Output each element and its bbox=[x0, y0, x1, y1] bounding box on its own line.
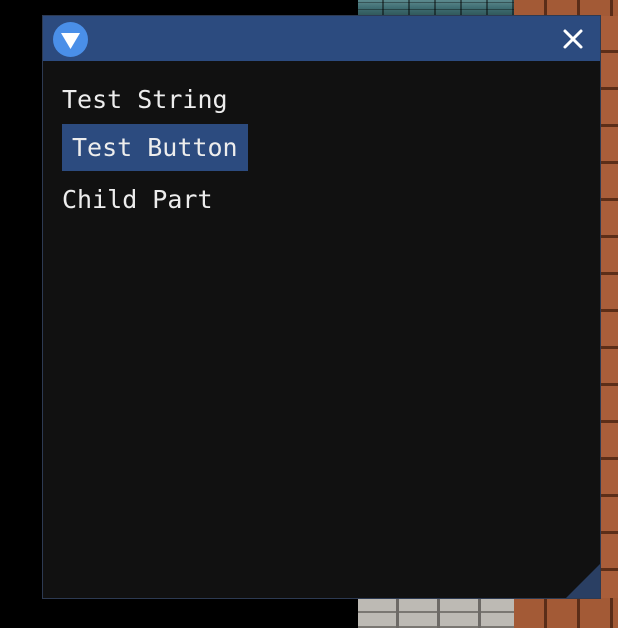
resize-grip[interactable] bbox=[566, 564, 600, 598]
test-button[interactable]: Test Button bbox=[62, 124, 248, 171]
background-bricks-right bbox=[600, 16, 618, 628]
background-teal-tiles bbox=[358, 0, 514, 16]
debug-window[interactable]: Test String Test Button Child Part bbox=[43, 16, 600, 598]
background-bricks-bottom bbox=[514, 598, 618, 628]
background-stone-floor bbox=[358, 598, 514, 628]
test-string-label: Test String bbox=[62, 85, 228, 114]
window-content: Test String Test Button Child Part bbox=[43, 61, 600, 598]
window-titlebar[interactable] bbox=[43, 16, 600, 61]
close-x-icon bbox=[563, 29, 583, 49]
close-button[interactable] bbox=[555, 21, 591, 57]
background-bricks-top bbox=[514, 0, 618, 16]
resize-grip-icon bbox=[566, 564, 600, 598]
child-part-label: Child Part bbox=[62, 185, 213, 214]
collapse-triangle-icon bbox=[61, 33, 80, 49]
collapse-button[interactable] bbox=[53, 22, 88, 57]
